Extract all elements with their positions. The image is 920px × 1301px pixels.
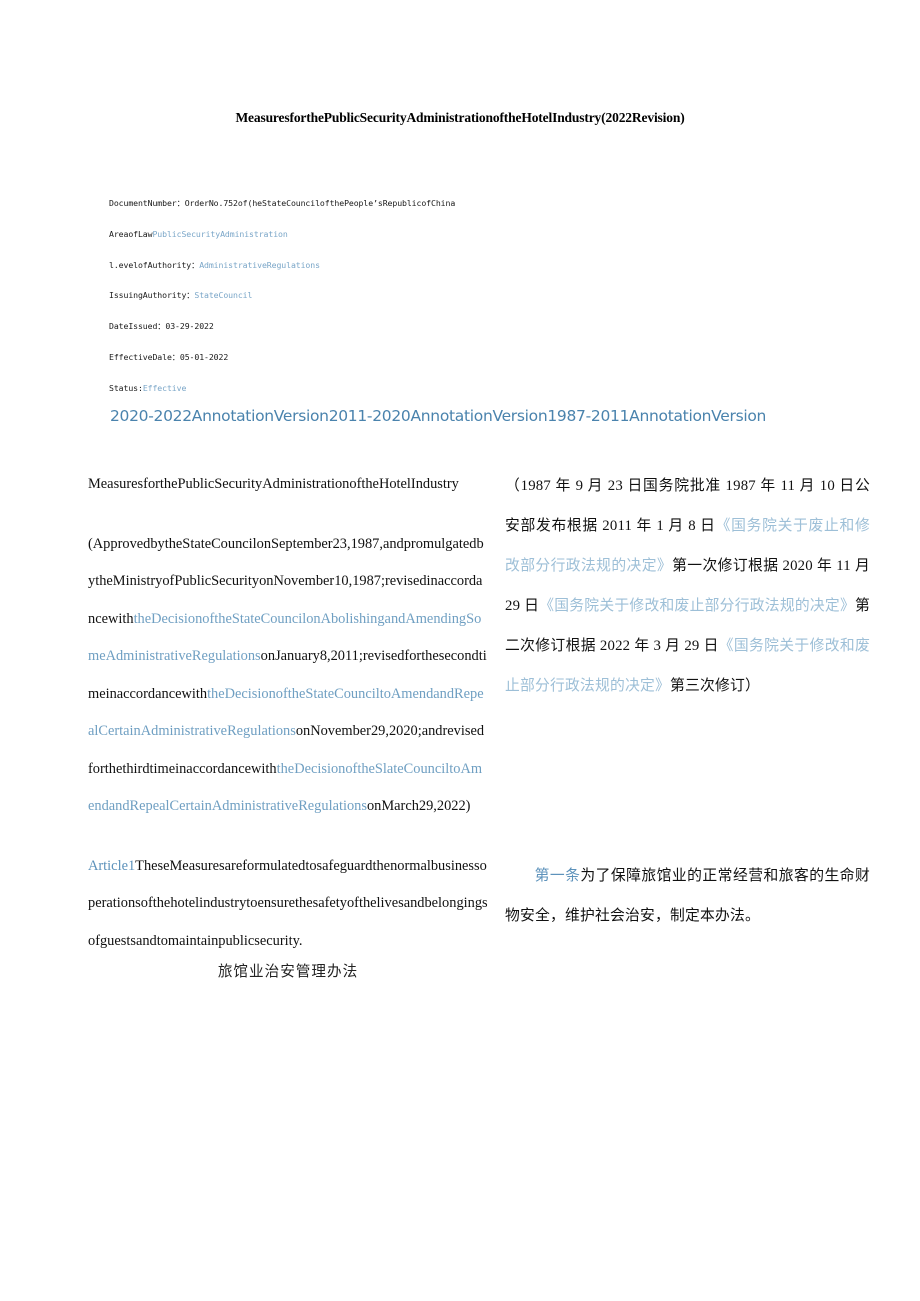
metadata-row-area-of-law: AreaofLawPublicSecurityAdministration bbox=[109, 219, 529, 250]
column-spacer bbox=[505, 706, 870, 856]
annotation-version-link-1987-2011[interactable]: 1987-2011AnnotationVersion bbox=[547, 407, 766, 425]
metadata-label: IssuingAuthority： bbox=[109, 290, 195, 301]
page-title: MeasuresforthePublicSecurityAdministrati… bbox=[235, 110, 685, 125]
status-badge[interactable]: Effective bbox=[143, 383, 187, 393]
english-column: MeasuresforthePublicSecurityAdministrati… bbox=[88, 466, 488, 981]
document-metadata: DocumentNumber：OrderNo.752of(heStateCoun… bbox=[109, 188, 529, 404]
preamble-segment-4: onMarch29,2022) bbox=[366, 798, 471, 814]
annotation-version-links: 2020-2022AnnotationVersion2011-2020Annot… bbox=[110, 407, 766, 425]
metadata-row-document-number: DocumentNumber：OrderNo.752of(heStateCoun… bbox=[109, 188, 529, 219]
metadata-value: OrderNo.752of(heStateCouncilofthePеople’… bbox=[184, 198, 456, 208]
metadata-label: l.evelofAuthority： bbox=[109, 259, 200, 270]
article-1-link[interactable]: Article1 bbox=[88, 858, 135, 874]
metadata-row-issuing-authority: IssuingAuthority：StateCouncil bbox=[109, 280, 529, 311]
metadata-row-level-of-authority: l.evelofAuthority：AdministrativeRegulati… bbox=[109, 250, 529, 281]
chinese-article-1: 第一条为了保障旅馆业的正常经营和旅客的生命财物安全，维护社会治安，制定本办法。 bbox=[505, 856, 870, 936]
metadata-link-state-council[interactable]: StateCouncil bbox=[194, 290, 252, 300]
metadata-row-status: Status:Effective bbox=[109, 373, 529, 404]
annotation-version-link-2011-2020[interactable]: 2011-2020AnnotationVersion bbox=[329, 407, 548, 425]
chinese-column: （1987 年 9 月 23 日国务院批准 1987 年 11 月 10 日公安… bbox=[505, 466, 870, 936]
metadata-value: 03-29-2022 bbox=[165, 321, 214, 332]
document-page: MeasuresforthePublicSecurityAdministrati… bbox=[0, 0, 920, 1301]
cn-preamble-segment-4: 第三次修订） bbox=[669, 678, 760, 694]
english-preamble: (ApprovedbytheStateCouncilonSeptember23,… bbox=[88, 526, 488, 826]
metadata-label: DocumentNumber： bbox=[109, 198, 185, 208]
chinese-document-title: 旅馆业治安管理办法 bbox=[217, 964, 359, 980]
metadata-value: 05-01-2022 bbox=[179, 351, 229, 362]
cn-preamble-link-2[interactable]: 《国务院关于修改和废止部分行政法规的决定》 bbox=[539, 598, 855, 614]
metadata-link-public-security-administration[interactable]: PublicSecurityAdministration bbox=[152, 229, 287, 239]
annotation-version-link-2020-2022[interactable]: 2020-2022AnnotationVersion bbox=[110, 407, 329, 425]
metadata-link-administrative-regulations[interactable]: AdministrativeRegulations bbox=[199, 260, 320, 270]
metadata-label: DateIssued： bbox=[109, 321, 166, 332]
metadata-row-date-issued: DateIssued：03-29-2022 bbox=[109, 311, 529, 342]
metadata-label: EffectiveDale： bbox=[109, 351, 180, 362]
metadata-row-effective-date: EffectiveDale：05-01-2022 bbox=[109, 342, 529, 373]
metadata-label: Status: bbox=[109, 382, 143, 393]
english-heading: MeasuresforthePublicSecurityAdministrati… bbox=[88, 476, 459, 492]
english-article-1: Article1TheseMeasuresareformulatedtosafe… bbox=[88, 848, 488, 961]
article-1-text: TheseMeasuresareformulatedtosafeguardthe… bbox=[88, 857, 488, 949]
cn-article-1-link[interactable]: 第一条 bbox=[535, 868, 581, 884]
metadata-label: AreaofLaw bbox=[109, 228, 153, 239]
chinese-preamble: （1987 年 9 月 23 日国务院批准 1987 年 11 月 10 日公安… bbox=[505, 466, 870, 706]
